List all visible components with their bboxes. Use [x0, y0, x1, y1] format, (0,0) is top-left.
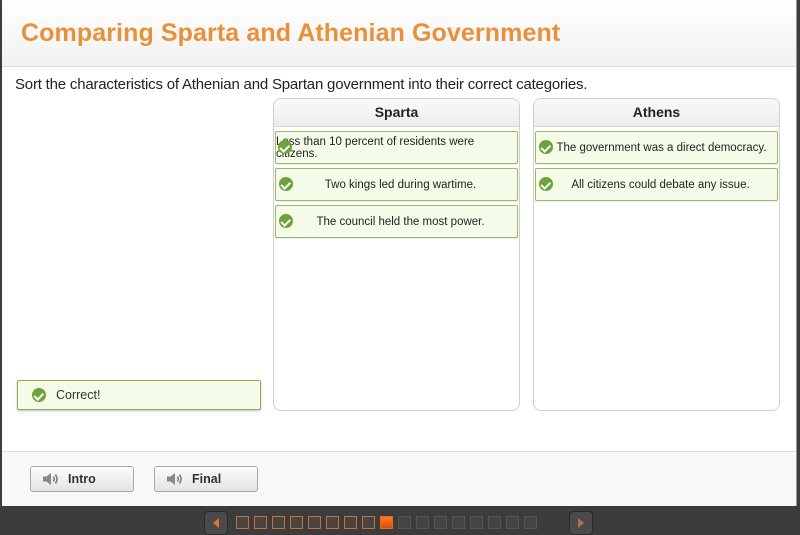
page-indicators	[236, 516, 537, 529]
item-text: Less than 10 percent of residents were c…	[276, 135, 475, 160]
sparta-column[interactable]: Sparta Less than 10 percent of residents…	[273, 98, 520, 411]
button-label: Final	[192, 472, 222, 486]
page-navigation	[0, 506, 800, 535]
activity-frame: Comparing Sparta and Athenian Government…	[2, 0, 797, 507]
final-audio-button[interactable]: Final	[154, 466, 258, 492]
page-indicator[interactable]	[524, 516, 537, 529]
column-header: Athens	[534, 99, 779, 127]
speaker-icon	[43, 473, 58, 485]
page-indicator[interactable]	[236, 516, 249, 529]
sorted-item[interactable]: The government was a direct democracy.	[535, 131, 778, 164]
page-indicator[interactable]	[254, 516, 267, 529]
item-text: The council held the most power.	[316, 215, 485, 228]
page-indicator[interactable]	[272, 516, 285, 529]
intro-audio-button[interactable]: Intro	[30, 466, 134, 492]
page-indicator[interactable]	[434, 516, 447, 529]
page-indicator[interactable]	[470, 516, 483, 529]
page-indicator[interactable]	[416, 516, 429, 529]
check-circle-icon	[279, 177, 293, 191]
column-header: Sparta	[274, 99, 519, 127]
arrow-right-icon	[578, 518, 584, 528]
sorted-item[interactable]: All citizens could debate any issue.	[535, 168, 778, 201]
previous-page-button[interactable]	[204, 511, 228, 535]
page-indicator-current[interactable]	[380, 516, 393, 529]
footer: Intro Final	[2, 451, 796, 507]
header: Comparing Sparta and Athenian Government	[2, 0, 796, 67]
item-text: Two kings led during wartime.	[324, 178, 477, 191]
check-circle-icon	[539, 177, 553, 191]
sorted-item[interactable]: The council held the most power.	[275, 205, 518, 238]
page-indicator[interactable]	[290, 516, 303, 529]
athens-column[interactable]: Athens The government was a direct democ…	[533, 98, 780, 411]
page-indicator[interactable]	[326, 516, 339, 529]
item-text: The government was a direct democracy.	[556, 141, 767, 154]
check-circle-icon	[32, 388, 46, 402]
next-page-button[interactable]	[569, 511, 593, 535]
sorted-item[interactable]: Two kings led during wartime.	[275, 168, 518, 201]
page-indicator[interactable]	[308, 516, 321, 529]
page-indicator[interactable]	[452, 516, 465, 529]
page-indicator[interactable]	[506, 516, 519, 529]
check-circle-icon	[539, 140, 553, 154]
item-text: All citizens could debate any issue.	[571, 178, 750, 191]
instructions: Sort the characteristics of Athenian and…	[15, 76, 588, 93]
check-circle-icon	[279, 214, 293, 228]
page-indicator[interactable]	[398, 516, 411, 529]
sorted-item[interactable]: Less than 10 percent of residents were c…	[275, 131, 518, 164]
arrow-left-icon	[213, 518, 219, 528]
speaker-icon	[167, 473, 182, 485]
feedback-text: Correct!	[56, 388, 101, 402]
page-indicator[interactable]	[488, 516, 501, 529]
feedback-correct: Correct!	[17, 380, 261, 410]
page-title: Comparing Sparta and Athenian Government	[21, 19, 561, 47]
check-circle-icon	[278, 140, 292, 154]
page-indicator[interactable]	[344, 516, 357, 529]
page-indicator[interactable]	[362, 516, 375, 529]
button-label: Intro	[68, 472, 96, 486]
